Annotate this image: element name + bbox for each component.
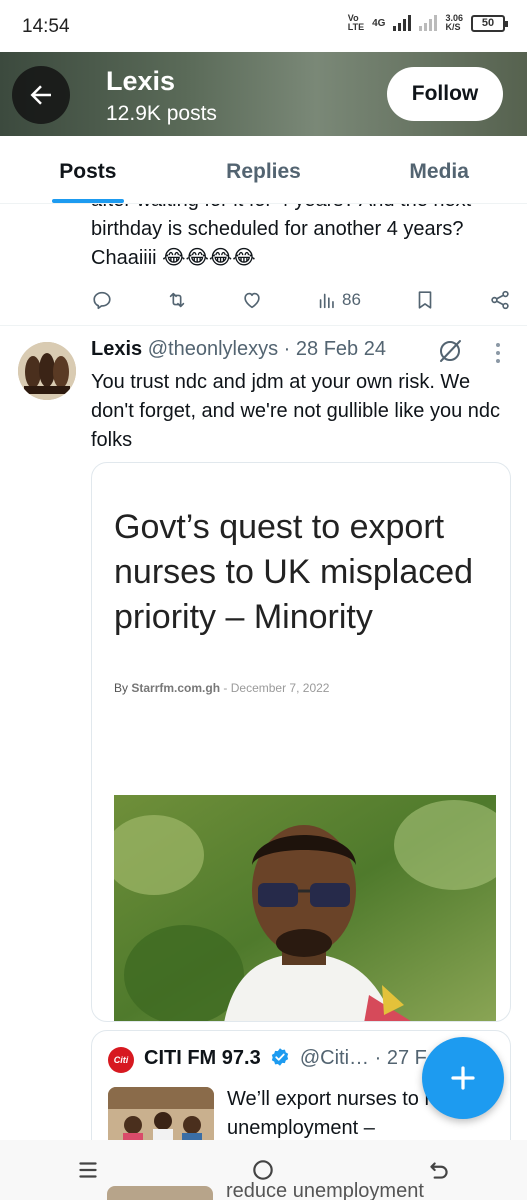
status-bar: 14:54 Vo LTE 4G 3.06 K/S 50 — [0, 0, 527, 52]
active-tab-indicator — [51, 199, 124, 203]
post-text: You trust ndc and jdm at your own risk. … — [91, 371, 501, 451]
previous-post-text: after waiting for it for 4 years? And th… — [91, 204, 471, 269]
post-divider — [0, 325, 527, 326]
quoted-photo — [108, 1087, 214, 1140]
reply-icon — [93, 291, 111, 310]
tab-replies[interactable]: Replies — [176, 136, 352, 203]
quoted-date: 27 F — [386, 1047, 427, 1069]
byline-source: Starrfm.com.gh — [131, 681, 221, 695]
bookmark-icon — [418, 291, 432, 309]
avatar-image — [18, 342, 76, 400]
verified-badge-icon — [272, 1048, 289, 1066]
network-type: 4G — [372, 17, 386, 29]
peek-text: reduce unemployment — [226, 1180, 424, 1200]
quoted-author-name: CITI FM 97.3 — [144, 1047, 261, 1069]
follow-button[interactable]: Follow — [387, 67, 503, 121]
back-nav-icon[interactable] — [426, 1157, 452, 1183]
arrow-left-icon — [30, 85, 51, 105]
share-button[interactable] — [489, 289, 511, 311]
signal-icon-secondary — [419, 15, 438, 31]
citi-fm-logo: Citi — [108, 1047, 134, 1073]
battery-icon: 50 — [471, 14, 508, 32]
post-author-name[interactable]: Lexis — [91, 338, 142, 360]
peek-thumbnail — [107, 1186, 213, 1200]
byline-dash: - — [223, 681, 228, 695]
network-speed: 3.06 K/S — [445, 13, 463, 32]
profile-header: Lexis 12.9K posts Follow — [0, 52, 527, 136]
post-date[interactable]: 28 Feb 24 — [296, 338, 386, 360]
scroll-peek: reduce unemployment — [0, 1180, 527, 1200]
tab-posts[interactable]: Posts — [0, 136, 176, 203]
grok-icon[interactable] — [437, 338, 463, 364]
profile-name: Lexis — [106, 66, 176, 96]
tab-media[interactable]: Media — [351, 136, 527, 203]
back-button[interactable] — [12, 66, 70, 124]
avatar[interactable] — [18, 342, 76, 400]
card-photo — [114, 795, 496, 1021]
views-icon — [319, 293, 334, 309]
more-vertical-icon[interactable] — [494, 342, 502, 364]
profile-tabs: Posts Replies Media — [0, 136, 527, 204]
link-preview-card[interactable]: Govt’s quest to export nurses to UK misp… — [91, 462, 511, 1022]
like-button[interactable] — [241, 289, 263, 311]
byline-label: By — [114, 681, 129, 695]
signal-icon — [393, 15, 412, 31]
repost-button[interactable] — [166, 289, 188, 311]
byline-date: December 7, 2022 — [230, 681, 330, 695]
quoted-thumbnail — [108, 1087, 214, 1140]
card-title: Govt’s quest to export nurses to UK misp… — [114, 508, 474, 636]
volte-indicator: Vo LTE — [347, 13, 365, 32]
quoted-handle: @Citi… — [299, 1047, 370, 1069]
heart-icon — [244, 292, 260, 309]
post-count: 12.9K posts — [106, 102, 217, 125]
status-time: 14:54 — [22, 16, 70, 37]
quoted-post-header: CITI FM 97.3 @Citi… · 27 F — [144, 1047, 427, 1070]
meta-separator: · — [283, 338, 291, 360]
post-actions: 86 — [91, 286, 511, 314]
post-feed: after waiting for it for 4 years? And th… — [0, 204, 527, 1140]
card-byline: By Starrfm.com.gh - December 7, 2022 — [114, 681, 329, 695]
share-icon — [491, 290, 509, 310]
bookmark-button[interactable] — [414, 289, 436, 311]
plus-icon — [451, 1066, 475, 1090]
status-icons: Vo LTE 4G 3.06 K/S 50 — [347, 13, 508, 32]
views-button[interactable]: 86 — [316, 289, 361, 311]
news-photo — [114, 795, 496, 1021]
compose-button[interactable] — [422, 1037, 504, 1119]
post-handle[interactable]: @theonlylexys — [148, 338, 278, 360]
views-count: 86 — [342, 290, 361, 309]
quoted-separator: · — [374, 1047, 382, 1069]
recents-icon[interactable] — [75, 1157, 101, 1183]
repost-icon — [169, 292, 185, 308]
reply-button[interactable] — [91, 289, 113, 311]
